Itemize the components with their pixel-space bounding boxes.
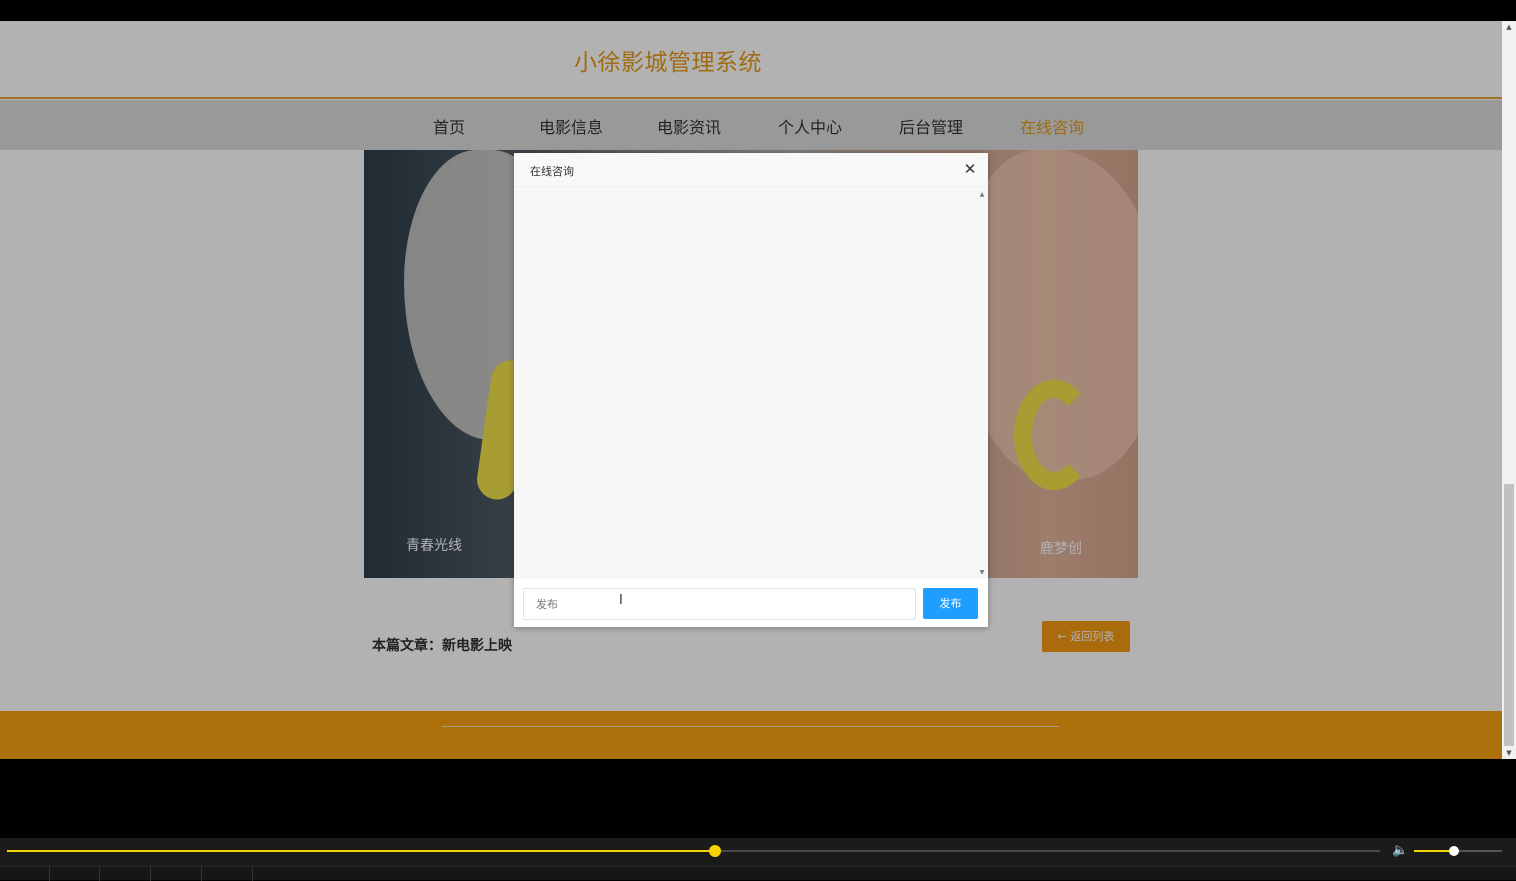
online-consult-dialog: 在线咨询 ✕ ▲ ▼ I 发布 [514,153,988,627]
close-icon[interactable]: ✕ [962,161,978,177]
volume-icon[interactable]: 🔈 [1392,843,1408,859]
thumbnail-cell[interactable] [101,867,151,881]
video-player-controls: 🔈 [0,838,1516,881]
text-cursor-icon: I [619,593,623,608]
message-input[interactable] [523,588,916,620]
scrollbar-thumb[interactable] [1504,484,1514,746]
scroll-down-icon[interactable]: ▼ [1505,749,1513,757]
thumbnail-strip [0,866,1516,881]
thumbnail-cell[interactable] [203,867,253,881]
thumbnail-cell[interactable] [50,867,100,881]
seek-bar[interactable] [7,845,1380,857]
scroll-up-icon[interactable]: ▲ [978,191,986,199]
browser-page: 小徐影城管理系统 首页 电影信息 电影资讯 个人中心 后台管理 在线咨询 青春光… [0,21,1502,759]
dialog-title: 在线咨询 [530,165,574,178]
screen: 小徐影城管理系统 首页 电影信息 电影资讯 个人中心 后台管理 在线咨询 青春光… [0,0,1516,881]
scroll-down-icon[interactable]: ▼ [978,569,986,577]
chat-message-area[interactable] [514,187,988,579]
volume-slider[interactable] [1414,846,1502,856]
thumbnail-cell[interactable] [0,867,50,881]
thumbnail-cell[interactable] [152,867,202,881]
dialog-input-row: I 发布 [514,579,988,627]
page-scrollbar[interactable]: ▲ ▼ [1502,21,1516,759]
volume-handle[interactable] [1448,846,1459,856]
chat-scrollbar[interactable]: ▲ ▼ [978,191,986,577]
send-button[interactable]: 发布 [923,588,978,619]
dialog-header: 在线咨询 ✕ [514,153,988,187]
seek-handle[interactable] [709,845,722,857]
volume-slider-fill [1414,850,1454,852]
scroll-up-icon[interactable]: ▲ [1505,23,1513,31]
seek-bar-fill [7,850,716,852]
